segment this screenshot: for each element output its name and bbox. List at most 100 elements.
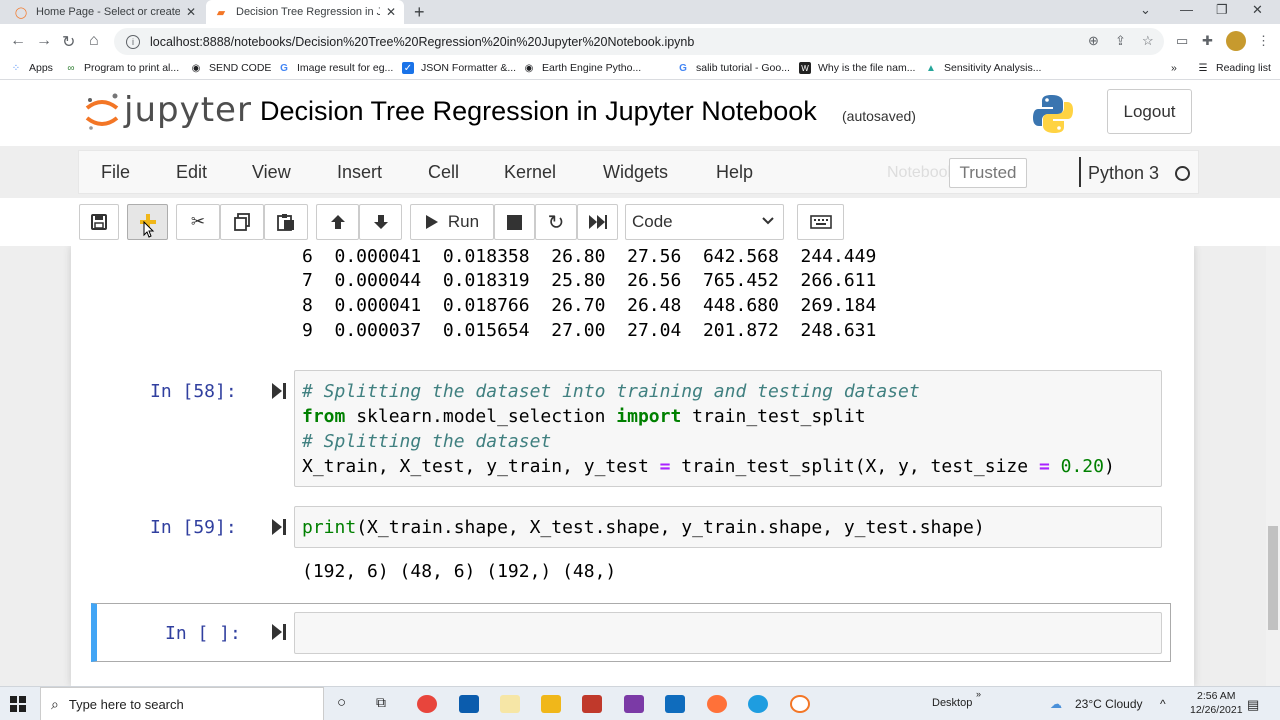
store-icon[interactable] [459,695,479,713]
minimize-button[interactable]: — [1180,2,1193,17]
weather-text[interactable]: 23°C Cloudy [1075,697,1143,711]
google-icon: G [280,62,288,74]
extensions-icon[interactable]: ✚ [1202,33,1213,49]
jupyter-taskbar-icon[interactable] [790,695,810,713]
reload-icon[interactable]: ↻ [62,32,75,52]
chrome-icon[interactable] [417,695,437,713]
code-input-cell-59[interactable]: print(X_train.shape, X_test.shape, y_tra… [294,506,1162,548]
code-line-print: print(X_train.shape, X_test.shape, y_tra… [302,517,985,538]
close-tab-icon[interactable]: ✕ [186,5,196,19]
tab-notebook[interactable]: ▰ Decision Tree Regression in Jupy ✕ [206,0,404,24]
trusted-badge[interactable]: Trusted [949,158,1027,188]
bookmark-apps[interactable]: ⁘ Apps [10,62,53,74]
save-button[interactable] [79,204,119,240]
code-input-cell-58[interactable]: # Splitting the dataset into training an… [294,370,1162,487]
empty-code-input[interactable] [294,612,1162,654]
run-cell-icon[interactable] [271,382,287,400]
site-info-icon[interactable]: i [126,34,140,49]
tab-search-icon[interactable]: ⌄ [1140,2,1151,18]
menu-widgets[interactable]: Widgets [603,162,668,183]
bookmark-item[interactable]: ∞ Program to print al... [65,62,179,74]
notes-icon[interactable] [500,695,520,713]
taskbar-search-box[interactable]: ⌕ Type here to search [40,687,324,720]
home-icon[interactable]: ⌂ [89,32,99,50]
snipping-icon[interactable] [582,695,602,713]
page-scrollbar[interactable] [1266,246,1280,686]
url-field[interactable]: i localhost:8888/notebooks/Decision%20Tr… [114,28,1164,55]
move-up-button[interactable] [316,204,359,240]
bookmark-item[interactable]: ◉ Earth Engine Pytho... [523,62,642,74]
move-down-button[interactable] [359,204,402,240]
reading-list[interactable]: ☰ Reading list [1197,62,1271,74]
menu-cell[interactable]: Cell [428,162,459,183]
code-line-import: from sklearn.model_selection import trai… [302,406,866,427]
menu-insert[interactable]: Insert [337,162,382,183]
command-palette-button[interactable] [797,204,844,240]
run-button[interactable]: Run [410,204,494,240]
windows-start-icon[interactable] [10,696,26,712]
jupyter-logo-icon[interactable] [84,92,120,132]
menu-edit[interactable]: Edit [176,162,207,183]
tab-home-page[interactable]: ◯ Home Page - Select or create a n ✕ [6,0,204,24]
profile-avatar[interactable] [1226,31,1246,51]
maximize-button[interactable]: ❐ [1216,2,1228,18]
onenote-icon[interactable] [624,695,644,713]
scrollbar-thumb[interactable] [1268,526,1278,630]
run-cell-icon[interactable] [271,623,287,641]
copy-button[interactable] [220,204,264,240]
paste-button[interactable] [264,204,308,240]
notebook-title[interactable]: Decision Tree Regression in Jupyter Note… [260,96,817,127]
stop-icon [507,214,522,230]
edge-icon[interactable] [748,695,768,713]
notifications-icon[interactable]: ▤ [1247,697,1259,713]
desktop-overflow-icon[interactable]: » [976,689,981,699]
browser-menu-icon[interactable]: ⋮ [1257,33,1270,49]
bookmarks-overflow[interactable]: » [1171,62,1177,74]
notebook-scroll-area[interactable]: 6 0.000041 0.018358 26.80 27.56 642.568 … [0,246,1266,686]
zoom-icon[interactable]: ⊕ [1088,33,1099,49]
bookmark-item[interactable]: G Image result for eg... [278,62,393,74]
cell-type-select[interactable]: Code [625,204,784,240]
restart-kernel-button[interactable]: ↻ [535,204,577,240]
menu-file[interactable]: File [101,162,130,183]
jupyter-header: jupyter Decision Tree Regression in Jupy… [0,80,1280,146]
bookmark-item[interactable]: ✓ JSON Formatter &... [402,62,516,74]
jupyter-logo-text[interactable]: jupyter [124,90,252,130]
logout-button[interactable]: Logout [1107,89,1192,134]
new-tab-button[interactable]: + [414,2,425,23]
back-icon[interactable]: ← [10,32,26,50]
system-clock[interactable]: 2:56 AM 12/26/2021 [1190,689,1243,717]
bookmark-item[interactable]: Gsalib tutorial - Goo... [677,62,790,74]
reading-mode-icon[interactable]: ▭ [1176,33,1188,49]
cut-button[interactable]: ✂ [176,204,220,240]
output-row: 8 0.000041 0.018766 26.70 26.48 448.680 … [302,295,877,316]
task-view-icon[interactable]: ⧉ [376,694,386,711]
share-icon[interactable]: ⇪ [1115,33,1126,49]
notebook-favicon-icon: ▰ [216,6,226,19]
file-explorer-icon[interactable] [541,695,561,713]
tab-title: Home Page - Select or create a n [36,6,180,18]
close-tab-icon[interactable]: ✕ [386,5,396,19]
input-prompt: In [58]: [150,381,237,402]
bookmark-item[interactable]: ▲ Sensitivity Analysis... [925,62,1041,74]
bookmark-star-icon[interactable]: ☆ [1142,33,1154,49]
tray-chevron-up-icon[interactable]: ^ [1160,697,1166,711]
firefox-icon[interactable] [707,695,727,713]
cell-type-value: Code [632,212,673,231]
menu-help[interactable]: Help [716,162,753,183]
desktop-label[interactable]: Desktop [932,697,972,709]
outlook-icon[interactable] [665,695,685,713]
interrupt-kernel-button[interactable] [494,204,535,240]
url-text: localhost:8888/notebooks/Decision%20Tree… [150,34,695,49]
menu-kernel[interactable]: Kernel [504,162,556,183]
bookmark-item[interactable]: W Why is the file nam... [799,62,915,74]
restart-run-all-button[interactable] [577,204,618,240]
menu-view[interactable]: View [252,162,291,183]
close-window-button[interactable]: ✕ [1252,2,1263,18]
notebook-toolbar: ✂ Run ↻ Code [0,198,1280,246]
run-cell-icon[interactable] [271,518,287,536]
cortana-icon[interactable]: ○ [337,694,346,711]
bookmark-item[interactable]: ◉ SEND CODE [190,62,272,74]
forward-icon[interactable]: → [36,32,52,50]
kernel-name[interactable]: Python 3 [1088,163,1159,184]
